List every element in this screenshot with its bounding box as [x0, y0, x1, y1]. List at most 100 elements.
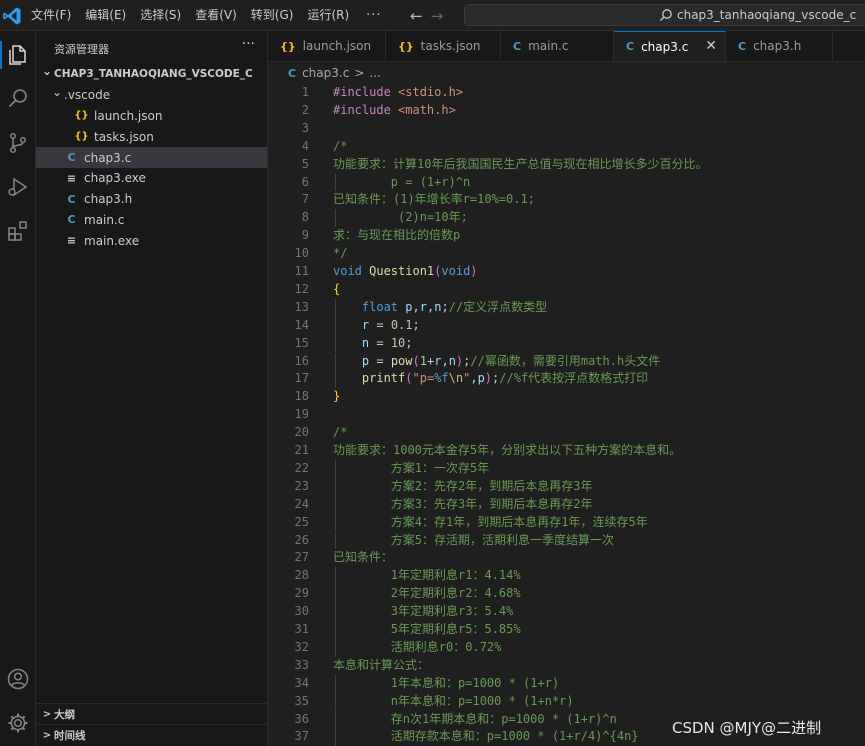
activity-bar [0, 31, 36, 746]
code-token: void [333, 264, 370, 278]
code-token: , [412, 299, 420, 314]
tab-label: chap3.c [641, 39, 689, 54]
code-line: 1 #include <stdio.h> [268, 84, 865, 102]
code-token: 方案4：存1年，到期后本息再存1年，连续存5年 [333, 514, 648, 529]
line-number: 13 [294, 299, 309, 314]
file-tree-label: chap3.c [84, 150, 132, 165]
code-token: ) [470, 264, 478, 278]
code-token: 活期利息r0：0.72% [333, 639, 502, 654]
explorer-sidebar: 资源管理器 ··· ⌄ CHAP3_TANHAOQIANG_VSCODE_C ⌄ .v… [36, 31, 268, 746]
code-content: 功能要求：计算10年后我国国民生产总值与现在相比增长多少百分比。 [333, 156, 707, 174]
manage-activity[interactable] [0, 705, 36, 741]
file-tree-label: launch.json [94, 108, 163, 123]
code-line: 34 1年本息和：p=1000 * (1+r) [268, 674, 865, 693]
code-token: void [441, 264, 471, 278]
indent-guide [335, 603, 336, 621]
code-line: 24 方案3：先存3年，到期后本息再存2年 [268, 495, 865, 514]
code-token: 存n次1年期本息和：p=1000 * (1+r)^n [333, 711, 617, 726]
c-file-icon: C [288, 66, 297, 80]
explorer-title: 资源管理器 [54, 43, 109, 56]
accounts-activity[interactable] [0, 661, 36, 697]
extensions-activity[interactable] [0, 213, 36, 249]
explorer-more-actions[interactable]: ··· [242, 36, 255, 52]
breadcrumb-symbols[interactable]: ... [369, 66, 380, 80]
code-token: #include [333, 102, 399, 117]
close-icon[interactable]: ✕ [705, 38, 717, 54]
line-number: 9 [301, 228, 309, 243]
file-tree-item[interactable]: {} launch.json [36, 106, 267, 127]
line-number: 15 [294, 335, 309, 350]
code-token: //定义浮点数类型 [448, 299, 548, 314]
line-number: 22 [294, 460, 309, 475]
menu-item-0[interactable]: 文件(F) [24, 0, 78, 31]
outline-section[interactable]: > 大纲 [36, 703, 267, 725]
tab-tasks-json[interactable]: {} tasks.json [386, 31, 501, 61]
menu-item-1[interactable]: 编辑(E) [78, 0, 133, 31]
line-number: 7 [301, 192, 309, 207]
code-token: n年本息和：p=1000 * (1+n*r) [333, 693, 574, 708]
code-content: #include <math.h> [333, 102, 456, 120]
forward-arrow-icon[interactable]: → [431, 7, 444, 25]
command-center-search[interactable]: chap3_tanhaoqiang_vscode_c [464, 4, 865, 26]
watermark: CSDN @MJY@二进制 [672, 719, 822, 737]
vscode-logo-icon [3, 7, 21, 25]
indent-guide [335, 513, 336, 532]
source-control-activity[interactable] [0, 125, 36, 161]
code-line: 31 5年定期利息r5：5.85% [268, 621, 865, 639]
c-file-icon: C [67, 213, 76, 227]
line-number: 36 [294, 711, 309, 726]
file-tree-item[interactable]: Cchap3.h [36, 189, 267, 210]
tab-chap3-h[interactable]: Cchap3.h [726, 31, 833, 61]
tab-launch-json[interactable]: {} launch.json [268, 31, 386, 61]
tab-chap3-c[interactable]: Cchap3.c ✕ [614, 31, 726, 61]
code-editor[interactable]: 1 #include <stdio.h> 2 #include <math.h> 3 4/… [268, 84, 865, 746]
line-number: 4 [301, 138, 309, 153]
menu-item-3[interactable]: 查看(V) [188, 0, 244, 31]
code-line: 11 void Question1(void) [268, 263, 865, 281]
navigation-arrows: ← → [410, 0, 443, 31]
code-token: 5年定期利息r5：5.85% [333, 622, 521, 636]
code-token: <stdio.h> [398, 85, 464, 99]
explorer-activity[interactable] [0, 37, 36, 73]
code-content: 已知条件：(1)年增长率r=10%=0.1; [333, 191, 535, 209]
timeline-section[interactable]: > 时间线 [36, 724, 267, 746]
menu-item-5[interactable]: 运行(R) [300, 0, 356, 31]
file-tree-item[interactable]: {} tasks.json [36, 126, 267, 147]
breadcrumb-file[interactable]: chap3.c [302, 66, 349, 80]
chevron-right-icon: > [42, 730, 52, 741]
indent-guide [335, 621, 336, 639]
indent-guide [335, 173, 336, 192]
search-activity[interactable] [0, 81, 36, 117]
file-tree-label: CHAP3_TANHAOQIANG_VSCODE_C [54, 68, 253, 81]
line-number: 16 [294, 353, 309, 368]
file-tree-item[interactable]: ≡ chap3.exe [36, 168, 267, 189]
search-text: chap3_tanhaoqiang_vscode_c [677, 8, 857, 22]
c-file-icon: C [626, 40, 635, 53]
code-token: 求：与现在相比的倍数p [333, 228, 461, 243]
code-content: 求：与现在相比的倍数p [333, 227, 460, 245]
file-tree-item[interactable]: Cmain.c [36, 210, 267, 231]
indent-guide [335, 316, 336, 335]
code-token: ( [412, 353, 420, 368]
search-icon [660, 9, 672, 21]
line-number: 6 [301, 174, 309, 189]
code-line: 29 2年定期利息r2：4.68% [268, 585, 865, 604]
code-line: 30 3年定期利息r3：5.4% [268, 603, 865, 621]
breadcrumb-separator: > [354, 66, 365, 80]
menu-more[interactable]: ··· [356, 0, 391, 31]
code-line: 16 p = pow(1+r,n);//幂函数，需要引用math.h头文件 [268, 352, 865, 371]
tab-main-c[interactable]: Cmain.c [501, 31, 614, 61]
code-line: 2 #include <math.h> [268, 102, 865, 120]
code-content: 存n次1年期本息和：p=1000 * (1+r)^n [333, 711, 617, 729]
file-tree-item[interactable]: ⌄ CHAP3_TANHAOQIANG_VSCODE_C [36, 64, 267, 85]
back-arrow-icon[interactable]: ← [410, 7, 423, 25]
code-token: printf [361, 371, 406, 386]
line-number: 8 [301, 210, 309, 225]
code-line: 33 本息和计算公式： [268, 657, 865, 675]
menu-item-2[interactable]: 选择(S) [133, 0, 188, 31]
file-tree-item[interactable]: ≡ main.exe [36, 230, 267, 251]
file-tree-item[interactable]: Cchap3.c [36, 147, 267, 168]
file-tree-item[interactable]: ⌄ .vscode [36, 85, 267, 106]
menu-item-4[interactable]: 转到(G) [244, 0, 301, 31]
run-debug-activity[interactable] [0, 169, 36, 205]
